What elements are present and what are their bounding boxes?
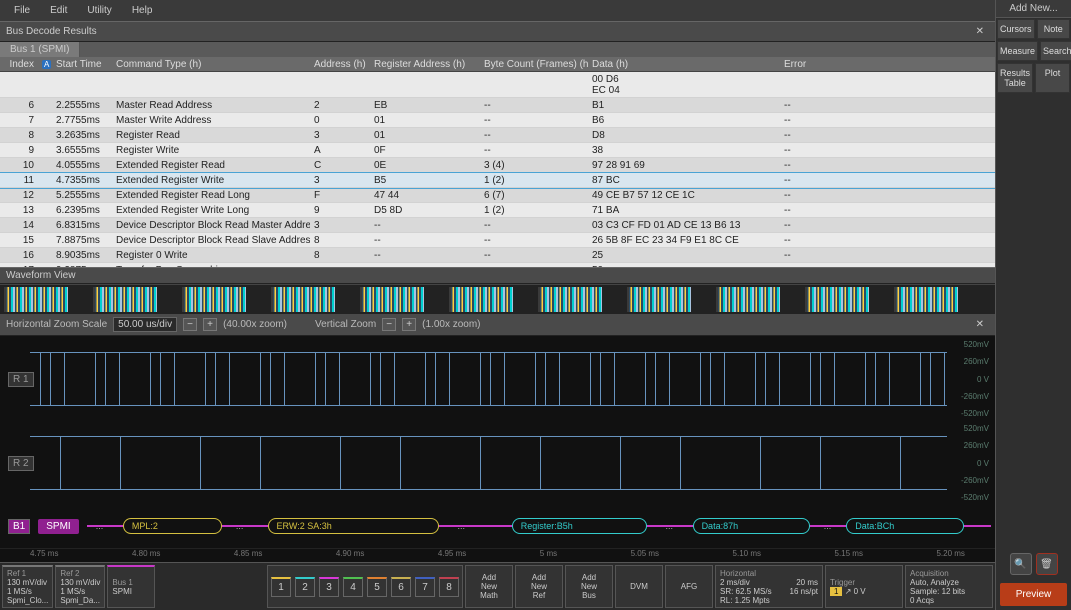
- frame-reg[interactable]: Register:B5h: [512, 518, 648, 534]
- table-header: Index A Start Time Command Type (h) Addr…: [0, 57, 995, 72]
- ref2-wave: [30, 436, 947, 491]
- menu-help[interactable]: Help: [122, 2, 163, 19]
- table-row[interactable]: 83.2635msRegister Read301--D8--: [0, 128, 995, 143]
- bus-tabs: Bus 1 (SPMI): [0, 42, 995, 57]
- table-row[interactable]: 93.6555msRegister WriteA0F--38--: [0, 143, 995, 158]
- frame-data2[interactable]: Data:BCh: [846, 518, 964, 534]
- hz-dec[interactable]: −: [183, 318, 197, 331]
- table-row[interactable]: 00 D6 EC 04: [0, 72, 995, 98]
- channel-buttons: 12345678: [267, 565, 463, 608]
- col-start[interactable]: Start Time: [52, 57, 112, 71]
- ref1-scale: 520mV260mV0 V-260mV-520mV: [949, 340, 989, 418]
- menubar: File Edit Utility Help: [0, 0, 995, 21]
- channel-2-button[interactable]: 2: [295, 577, 315, 597]
- hz-value[interactable]: 50.00 us/div: [113, 317, 177, 332]
- close-icon[interactable]: ✕: [971, 25, 989, 38]
- table-row[interactable]: 125.2555msExtended Register Read LongF47…: [0, 188, 995, 203]
- bottom-bar: Ref 1 130 mV/div1 MS/sSpmi_Clo... Ref 2 …: [0, 562, 995, 610]
- note-button[interactable]: Note: [1037, 19, 1070, 39]
- menu-file[interactable]: File: [4, 2, 40, 19]
- channel-7-button[interactable]: 7: [415, 577, 435, 597]
- channel-5-button[interactable]: 5: [367, 577, 387, 597]
- add-bus[interactable]: Add New Bus: [565, 565, 613, 608]
- col-command[interactable]: Command Type (h): [112, 57, 310, 71]
- dvm-button[interactable]: DVM: [615, 565, 663, 608]
- table-row[interactable]: 136.2395msExtended Register Write Long9D…: [0, 203, 995, 218]
- scope-area[interactable]: R 1 520mV260mV0 V-260mV-520mV R 2 520mV2…: [0, 336, 995, 548]
- hz-inc[interactable]: +: [203, 318, 217, 331]
- waveform-title: Waveform View: [0, 267, 995, 284]
- side-panel: Add New... Cursors Note Measure Search R…: [995, 0, 1071, 610]
- waveform-overview[interactable]: [0, 284, 995, 314]
- ref1-wave: [30, 352, 947, 407]
- col-data[interactable]: Data (h): [588, 57, 780, 71]
- preview-button[interactable]: Preview: [1000, 583, 1067, 606]
- ref1-card[interactable]: Ref 1 130 mV/div1 MS/sSpmi_Clo...: [2, 565, 53, 608]
- table-row[interactable]: 146.8315msDevice Descriptor Block Read M…: [0, 218, 995, 233]
- ref2-label[interactable]: R 2: [8, 456, 34, 471]
- zoom-icon[interactable]: 🔍: [1010, 553, 1032, 575]
- col-index[interactable]: Index: [0, 57, 38, 71]
- bus-decode-title: Bus Decode Results ✕: [0, 21, 995, 42]
- add-math[interactable]: Add New Math: [465, 565, 513, 608]
- table-row[interactable]: 114.7355msExtended Register Write3B51 (2…: [0, 173, 995, 188]
- vz-dec[interactable]: −: [382, 318, 396, 331]
- channel-3-button[interactable]: 3: [319, 577, 339, 597]
- ref1-label[interactable]: R 1: [8, 372, 34, 387]
- frame-mpl[interactable]: MPL:2: [123, 518, 222, 534]
- col-error[interactable]: Error: [780, 57, 995, 71]
- zoom-bar: Horizontal Zoom Scale 50.00 us/div − + (…: [0, 314, 995, 336]
- col-register[interactable]: Register Address (h): [370, 57, 480, 71]
- ref2-scale: 520mV260mV0 V-260mV-520mV: [949, 424, 989, 502]
- bus-line: ... MPL:2 ... ERW:2 SA:3h ... Register:B…: [87, 525, 991, 527]
- decode-table: Index A Start Time Command Type (h) Addr…: [0, 57, 995, 267]
- vz-inc[interactable]: +: [402, 318, 416, 331]
- b1-label[interactable]: B1: [8, 519, 30, 534]
- channel-6-button[interactable]: 6: [391, 577, 411, 597]
- table-row[interactable]: 157.8875msDevice Descriptor Block Read S…: [0, 233, 995, 248]
- menu-edit[interactable]: Edit: [40, 2, 77, 19]
- channel-8-button[interactable]: 8: [439, 577, 459, 597]
- channel-4-button[interactable]: 4: [343, 577, 363, 597]
- acquisition-card[interactable]: Acquisition Auto, AnalyzeSample: 12 bits…: [905, 565, 993, 608]
- trash-icon[interactable]: 🗑: [1036, 553, 1058, 575]
- trigger-card[interactable]: Trigger 1 ↗ 0 V: [825, 565, 903, 608]
- plot-button[interactable]: Plot: [1035, 63, 1070, 93]
- results-table-button[interactable]: Results Table: [997, 63, 1033, 93]
- add-ref[interactable]: Add New Ref: [515, 565, 563, 608]
- frame-erw[interactable]: ERW:2 SA:3h: [268, 518, 440, 534]
- vz-label: Vertical Zoom: [315, 319, 376, 330]
- hz-label: Horizontal Zoom Scale: [6, 319, 107, 330]
- vz-paren: (1.00x zoom): [422, 319, 480, 330]
- bus1-card[interactable]: Bus 1 SPMI: [107, 565, 155, 608]
- cursors-button[interactable]: Cursors: [997, 19, 1035, 39]
- zoom-close-icon[interactable]: ✕: [971, 318, 989, 331]
- time-axis: 4.75 ms4.80 ms4.85 ms4.90 ms4.95 ms5 ms5…: [0, 548, 995, 562]
- measure-button[interactable]: Measure: [997, 41, 1038, 61]
- col-a[interactable]: A: [38, 57, 52, 71]
- col-address[interactable]: Address (h): [310, 57, 370, 71]
- horizontal-card[interactable]: Horizontal 2 ms/div20 ms SR: 62.5 MS/s16…: [715, 565, 823, 608]
- col-bytecount[interactable]: Byte Count (Frames) (h): [480, 57, 588, 71]
- channel-1-button[interactable]: 1: [271, 577, 291, 597]
- table-row[interactable]: 72.7755msMaster Write Address001--B6--: [0, 113, 995, 128]
- table-row[interactable]: 104.0555msExtended Register ReadC0E3 (4)…: [0, 158, 995, 173]
- afg-button[interactable]: AFG: [665, 565, 713, 608]
- table-row[interactable]: 62.2555msMaster Read Address2EB--B1--: [0, 98, 995, 113]
- tab-bus1[interactable]: Bus 1 (SPMI): [0, 42, 80, 57]
- menu-utility[interactable]: Utility: [77, 2, 121, 19]
- hz-paren: (40.00x zoom): [223, 319, 287, 330]
- frame-data1[interactable]: Data:87h: [693, 518, 811, 534]
- bus-tag: SPMI: [38, 519, 78, 534]
- ref2-card[interactable]: Ref 2 130 mV/div1 MS/sSpmi_Da...: [55, 565, 105, 608]
- side-title: Add New...: [996, 0, 1071, 18]
- search-button[interactable]: Search: [1040, 41, 1071, 61]
- table-row[interactable]: 168.9035msRegister 0 Write8----25--: [0, 248, 995, 263]
